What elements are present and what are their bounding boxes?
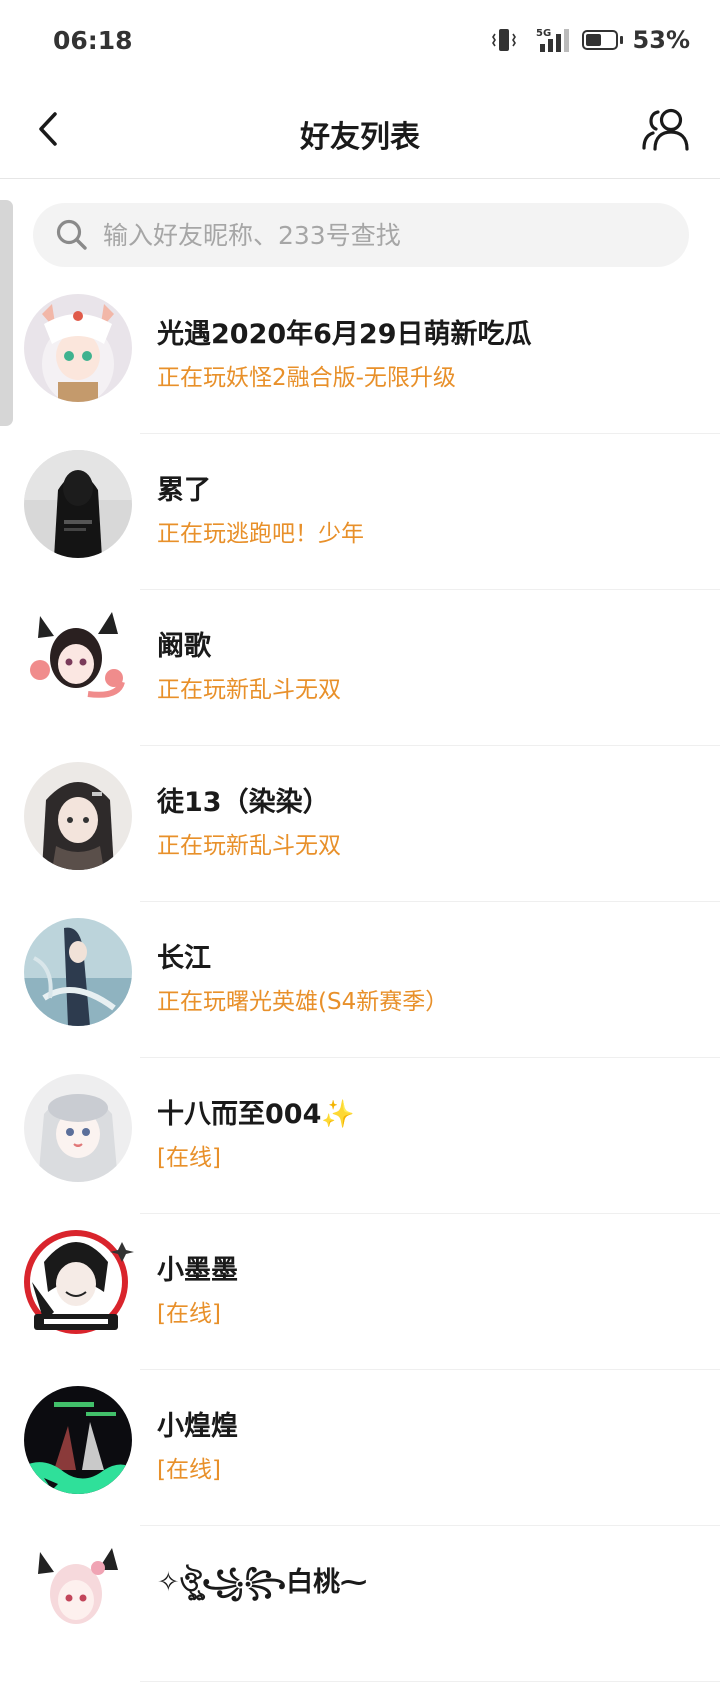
friend-name: 长江 — [157, 943, 211, 974]
signal-icon: 5G — [528, 26, 572, 54]
friend-status: 正在玩曙光英雄(S4新赛季） — [157, 989, 449, 1015]
friend-name: ✧ঔৣ꧁꧂白桃⁓ — [157, 1567, 368, 1598]
battery-icon — [581, 30, 623, 50]
friend-item[interactable]: 光遇2020年6月29日萌新吃瓜 正在玩妖怪2融合版-无限升级 — [0, 278, 720, 434]
status-icons: 5G 53% — [490, 26, 690, 54]
search-icon — [55, 217, 91, 253]
friend-status: 正在玩新乱斗无双 — [157, 833, 341, 859]
avatar — [24, 606, 132, 714]
status-time: 06:18 — [53, 26, 133, 55]
search-input[interactable] — [101, 219, 665, 251]
friend-name: 小煌煌 — [157, 1411, 238, 1442]
friend-item[interactable]: 小煌煌 [在线] — [0, 1370, 720, 1526]
friend-item[interactable]: 十八而至004✨ [在线] — [0, 1058, 720, 1214]
friend-status: [在线] — [157, 1301, 221, 1327]
vibrate-icon — [490, 27, 518, 53]
friend-name: 徒13（染染） — [157, 787, 330, 818]
friend-status: [在线] — [157, 1457, 221, 1483]
header: 好友列表 — [0, 80, 720, 179]
users-icon — [642, 108, 689, 151]
avatar — [24, 1542, 132, 1650]
page-title: 好友列表 — [300, 120, 420, 155]
status-bar: 06:18 5G 53% — [0, 0, 720, 80]
friends-button[interactable] — [640, 104, 692, 154]
avatar — [24, 1386, 132, 1494]
battery-percent: 53% — [632, 26, 690, 54]
friend-list: 光遇2020年6月29日萌新吃瓜 正在玩妖怪2融合版-无限升级 累了 正在玩逃跑… — [0, 278, 720, 1682]
avatar — [24, 1074, 132, 1182]
friend-item[interactable]: 小墨墨 [在线] — [0, 1214, 720, 1370]
friend-status: 正在玩妖怪2融合版-无限升级 — [157, 365, 456, 391]
friend-item[interactable]: 阚歌 正在玩新乱斗无双 — [0, 590, 720, 746]
friend-status: 正在玩逃跑吧！少年 — [157, 521, 364, 547]
avatar — [24, 450, 132, 558]
friend-item[interactable]: 徒13（染染） 正在玩新乱斗无双 — [0, 746, 720, 902]
friend-name: 阚歌 — [157, 631, 211, 662]
friend-item[interactable]: 长江 正在玩曙光英雄(S4新赛季） — [0, 902, 720, 1058]
avatar — [24, 918, 132, 1026]
friend-item[interactable]: 累了 正在玩逃跑吧！少年 — [0, 434, 720, 590]
friend-status: 正在玩新乱斗无双 — [157, 677, 341, 703]
search-bar[interactable] — [33, 203, 689, 267]
friend-item[interactable]: ✧ঔৣ꧁꧂白桃⁓ — [0, 1526, 720, 1682]
friend-name: 累了 — [157, 475, 211, 506]
friend-name: 十八而至004✨ — [157, 1099, 355, 1130]
avatar — [24, 1230, 134, 1338]
avatar — [24, 762, 132, 870]
avatar — [24, 294, 132, 402]
friend-name: 小墨墨 — [157, 1255, 238, 1286]
svg-text:5G: 5G — [536, 28, 551, 39]
friend-name: 光遇2020年6月29日萌新吃瓜 — [157, 319, 532, 350]
friend-status: [在线] — [157, 1145, 221, 1171]
